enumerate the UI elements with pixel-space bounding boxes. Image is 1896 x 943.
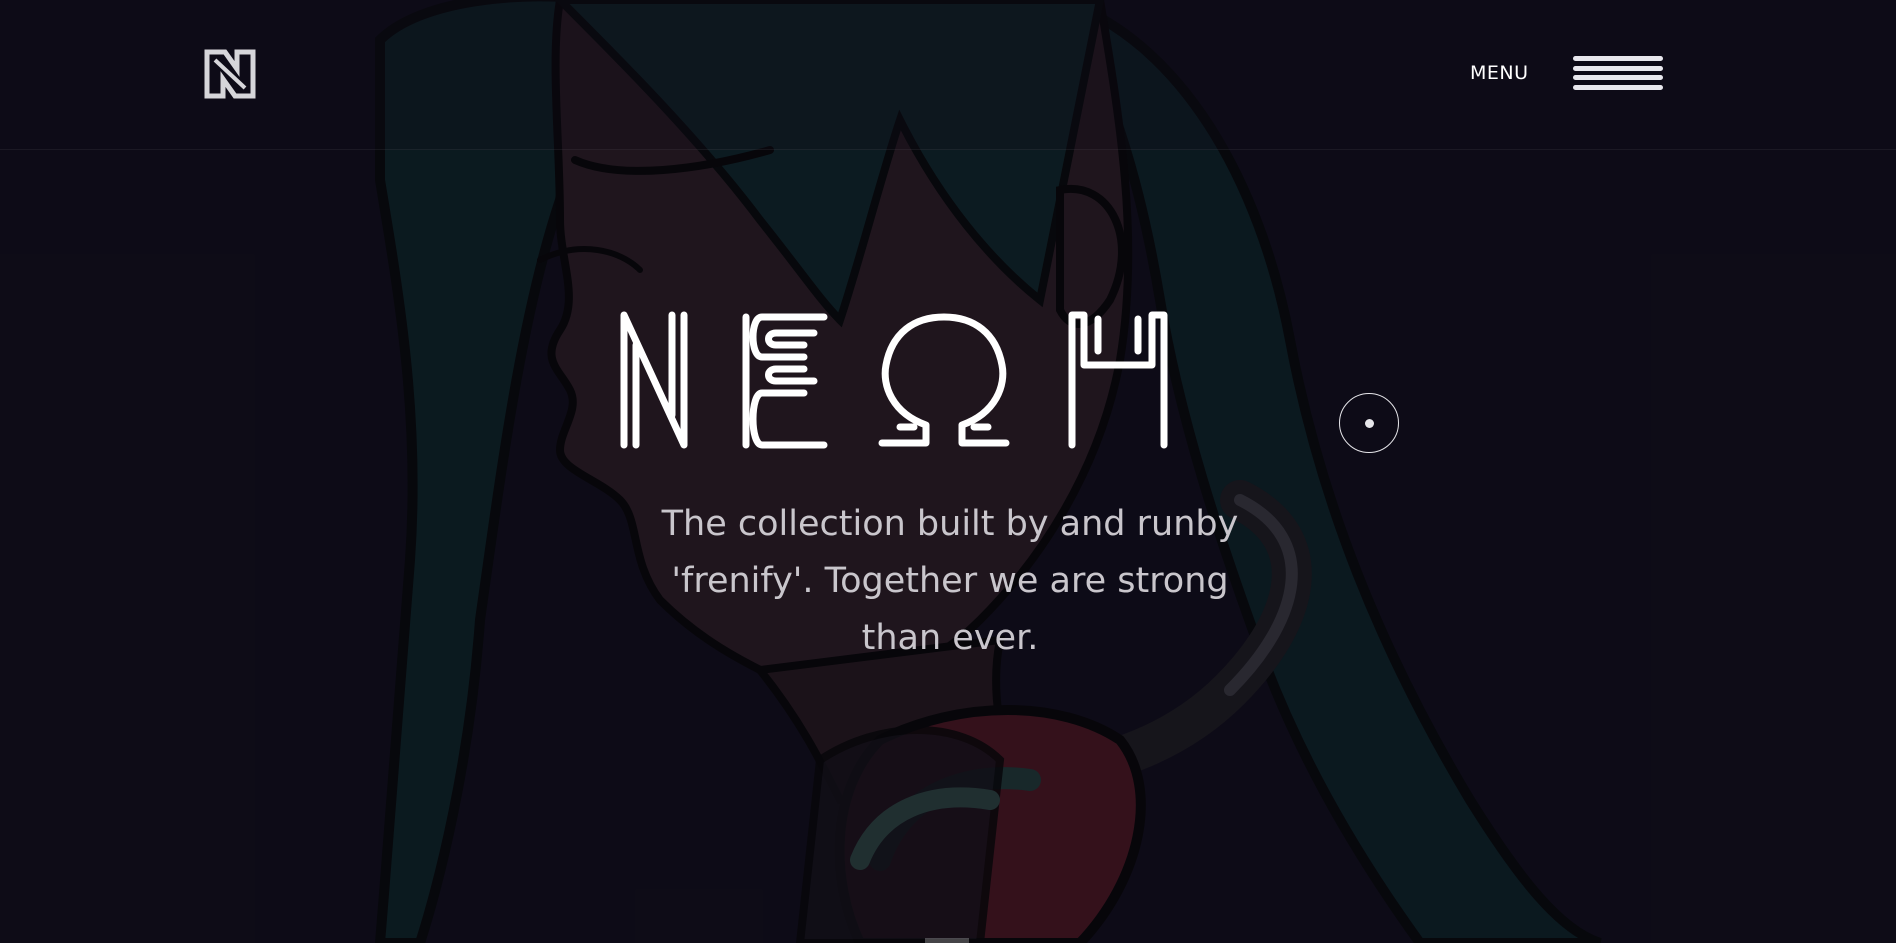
neoh-logo-icon[interactable]: [204, 49, 256, 99]
menu-toggle[interactable]: MENU: [1470, 56, 1663, 90]
menu-label[interactable]: MENU: [1470, 62, 1529, 84]
hero-title-logo: [620, 311, 1168, 449]
site-header: MENU: [0, 0, 1896, 150]
page: MENU The collection built by and runby '…: [0, 0, 1896, 943]
bottom-edge-marker: [925, 938, 969, 943]
scroll-dot: [1365, 419, 1374, 428]
scroll-down-icon[interactable]: [1339, 393, 1399, 453]
hero-tagline: The collection built by and runby 'freni…: [661, 504, 1239, 658]
hamburger-icon[interactable]: [1572, 56, 1663, 90]
